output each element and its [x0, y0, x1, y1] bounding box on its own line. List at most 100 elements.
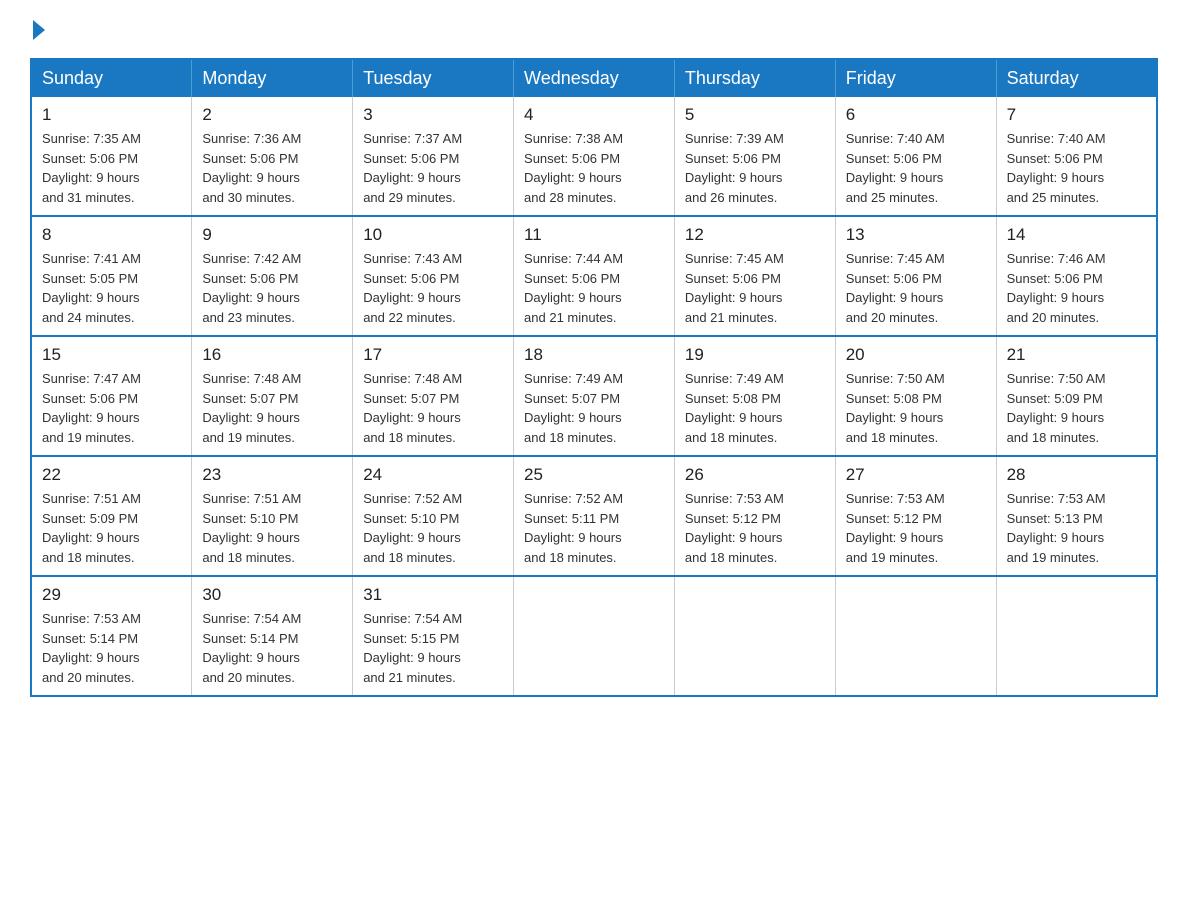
day-number: 6	[846, 105, 986, 125]
day-number: 1	[42, 105, 181, 125]
day-number: 10	[363, 225, 503, 245]
day-number: 18	[524, 345, 664, 365]
table-row: 4Sunrise: 7:38 AMSunset: 5:06 PMDaylight…	[514, 97, 675, 216]
day-number: 24	[363, 465, 503, 485]
table-row: 29Sunrise: 7:53 AMSunset: 5:14 PMDayligh…	[31, 576, 192, 696]
day-header-friday: Friday	[835, 59, 996, 97]
table-row: 27 Sunrise: 7:53 AMSunset: 5:12 PMDayligh…	[835, 456, 996, 576]
table-row: 5Sunrise: 7:39 AMSunset: 5:06 PMDaylight…	[674, 97, 835, 216]
table-row: 7 Sunrise: 7:40 AMSunset: 5:06 PMDaylight…	[996, 97, 1157, 216]
days-header-row: SundayMondayTuesdayWednesdayThursdayFrid…	[31, 59, 1157, 97]
day-number: 16	[202, 345, 342, 365]
day-info: Sunrise: 7:38 AMSunset: 5:06 PMDaylight:…	[524, 129, 664, 207]
day-header-sunday: Sunday	[31, 59, 192, 97]
day-number: 13	[846, 225, 986, 245]
day-number: 7	[1007, 105, 1146, 125]
day-number: 31	[363, 585, 503, 605]
day-info: Sunrise: 7:51 AMSunset: 5:09 PMDaylight:…	[42, 489, 181, 567]
day-info: Sunrise: 7:40 AMSunset: 5:06 PMDaylight:…	[846, 129, 986, 207]
day-number: 23	[202, 465, 342, 485]
table-row: 24 Sunrise: 7:52 AMSunset: 5:10 PMDayligh…	[353, 456, 514, 576]
day-number: 28	[1007, 465, 1146, 485]
day-number: 12	[685, 225, 825, 245]
table-row: 9 Sunrise: 7:42 AMSunset: 5:06 PMDaylight…	[192, 216, 353, 336]
table-row: 26 Sunrise: 7:53 AMSunset: 5:12 PMDayligh…	[674, 456, 835, 576]
table-row: 3 Sunrise: 7:37 AMSunset: 5:06 PMDaylight…	[353, 97, 514, 216]
table-row: 2 Sunrise: 7:36 AMSunset: 5:06 PMDaylight…	[192, 97, 353, 216]
day-info: Sunrise: 7:45 AMSunset: 5:06 PMDaylight:…	[685, 249, 825, 327]
logo	[30, 20, 45, 40]
day-number: 17	[363, 345, 503, 365]
page-header	[30, 20, 1158, 40]
table-row: 12 Sunrise: 7:45 AMSunset: 5:06 PMDayligh…	[674, 216, 835, 336]
table-row: 8 Sunrise: 7:41 AMSunset: 5:05 PMDaylight…	[31, 216, 192, 336]
day-info: Sunrise: 7:52 AMSunset: 5:10 PMDaylight:…	[363, 489, 503, 567]
day-number: 26	[685, 465, 825, 485]
table-row: 17 Sunrise: 7:48 AMSunset: 5:07 PMDayligh…	[353, 336, 514, 456]
day-info: Sunrise: 7:41 AMSunset: 5:05 PMDaylight:…	[42, 249, 181, 327]
table-row: 31 Sunrise: 7:54 AMSunset: 5:15 PMDayligh…	[353, 576, 514, 696]
table-row	[835, 576, 996, 696]
table-row: 23 Sunrise: 7:51 AMSunset: 5:10 PMDayligh…	[192, 456, 353, 576]
day-info: Sunrise: 7:47 AMSunset: 5:06 PMDaylight:…	[42, 369, 181, 447]
day-number: 8	[42, 225, 181, 245]
day-info: Sunrise: 7:53 AMSunset: 5:12 PMDaylight:…	[846, 489, 986, 567]
day-info: Sunrise: 7:53 AMSunset: 5:12 PMDaylight:…	[685, 489, 825, 567]
calendar-table: SundayMondayTuesdayWednesdayThursdayFrid…	[30, 58, 1158, 697]
calendar-week-5: 29Sunrise: 7:53 AMSunset: 5:14 PMDayligh…	[31, 576, 1157, 696]
day-number: 2	[202, 105, 342, 125]
calendar-week-3: 15Sunrise: 7:47 AMSunset: 5:06 PMDayligh…	[31, 336, 1157, 456]
day-info: Sunrise: 7:36 AMSunset: 5:06 PMDaylight:…	[202, 129, 342, 207]
table-row: 22 Sunrise: 7:51 AMSunset: 5:09 PMDayligh…	[31, 456, 192, 576]
table-row: 20 Sunrise: 7:50 AMSunset: 5:08 PMDayligh…	[835, 336, 996, 456]
day-number: 20	[846, 345, 986, 365]
day-header-tuesday: Tuesday	[353, 59, 514, 97]
day-number: 29	[42, 585, 181, 605]
table-row: 25Sunrise: 7:52 AMSunset: 5:11 PMDayligh…	[514, 456, 675, 576]
table-row	[514, 576, 675, 696]
calendar-week-2: 8 Sunrise: 7:41 AMSunset: 5:05 PMDaylight…	[31, 216, 1157, 336]
day-number: 27	[846, 465, 986, 485]
day-info: Sunrise: 7:48 AMSunset: 5:07 PMDaylight:…	[363, 369, 503, 447]
day-info: Sunrise: 7:54 AMSunset: 5:15 PMDaylight:…	[363, 609, 503, 687]
day-number: 19	[685, 345, 825, 365]
table-row: 30Sunrise: 7:54 AMSunset: 5:14 PMDayligh…	[192, 576, 353, 696]
day-info: Sunrise: 7:53 AMSunset: 5:13 PMDaylight:…	[1007, 489, 1146, 567]
day-number: 22	[42, 465, 181, 485]
day-info: Sunrise: 7:50 AMSunset: 5:09 PMDaylight:…	[1007, 369, 1146, 447]
day-info: Sunrise: 7:40 AMSunset: 5:06 PMDaylight:…	[1007, 129, 1146, 207]
day-header-wednesday: Wednesday	[514, 59, 675, 97]
day-header-saturday: Saturday	[996, 59, 1157, 97]
calendar-week-1: 1 Sunrise: 7:35 AMSunset: 5:06 PMDaylight…	[31, 97, 1157, 216]
day-header-thursday: Thursday	[674, 59, 835, 97]
day-number: 30	[202, 585, 342, 605]
table-row: 21 Sunrise: 7:50 AMSunset: 5:09 PMDayligh…	[996, 336, 1157, 456]
day-info: Sunrise: 7:44 AMSunset: 5:06 PMDaylight:…	[524, 249, 664, 327]
table-row: 18Sunrise: 7:49 AMSunset: 5:07 PMDayligh…	[514, 336, 675, 456]
day-info: Sunrise: 7:35 AMSunset: 5:06 PMDaylight:…	[42, 129, 181, 207]
day-info: Sunrise: 7:48 AMSunset: 5:07 PMDaylight:…	[202, 369, 342, 447]
table-row: 19Sunrise: 7:49 AMSunset: 5:08 PMDayligh…	[674, 336, 835, 456]
day-info: Sunrise: 7:37 AMSunset: 5:06 PMDaylight:…	[363, 129, 503, 207]
day-info: Sunrise: 7:42 AMSunset: 5:06 PMDaylight:…	[202, 249, 342, 327]
day-info: Sunrise: 7:43 AMSunset: 5:06 PMDaylight:…	[363, 249, 503, 327]
table-row: 13Sunrise: 7:45 AMSunset: 5:06 PMDayligh…	[835, 216, 996, 336]
day-info: Sunrise: 7:51 AMSunset: 5:10 PMDaylight:…	[202, 489, 342, 567]
logo-arrow-icon	[33, 20, 45, 40]
day-number: 14	[1007, 225, 1146, 245]
table-row: 15Sunrise: 7:47 AMSunset: 5:06 PMDayligh…	[31, 336, 192, 456]
table-row: 1 Sunrise: 7:35 AMSunset: 5:06 PMDaylight…	[31, 97, 192, 216]
day-number: 11	[524, 225, 664, 245]
table-row: 16 Sunrise: 7:48 AMSunset: 5:07 PMDayligh…	[192, 336, 353, 456]
table-row: 14Sunrise: 7:46 AMSunset: 5:06 PMDayligh…	[996, 216, 1157, 336]
day-number: 21	[1007, 345, 1146, 365]
day-number: 3	[363, 105, 503, 125]
day-number: 5	[685, 105, 825, 125]
table-row: 28 Sunrise: 7:53 AMSunset: 5:13 PMDayligh…	[996, 456, 1157, 576]
day-number: 9	[202, 225, 342, 245]
day-info: Sunrise: 7:50 AMSunset: 5:08 PMDaylight:…	[846, 369, 986, 447]
table-row	[674, 576, 835, 696]
table-row: 11 Sunrise: 7:44 AMSunset: 5:06 PMDayligh…	[514, 216, 675, 336]
day-info: Sunrise: 7:52 AMSunset: 5:11 PMDaylight:…	[524, 489, 664, 567]
table-row: 10 Sunrise: 7:43 AMSunset: 5:06 PMDayligh…	[353, 216, 514, 336]
